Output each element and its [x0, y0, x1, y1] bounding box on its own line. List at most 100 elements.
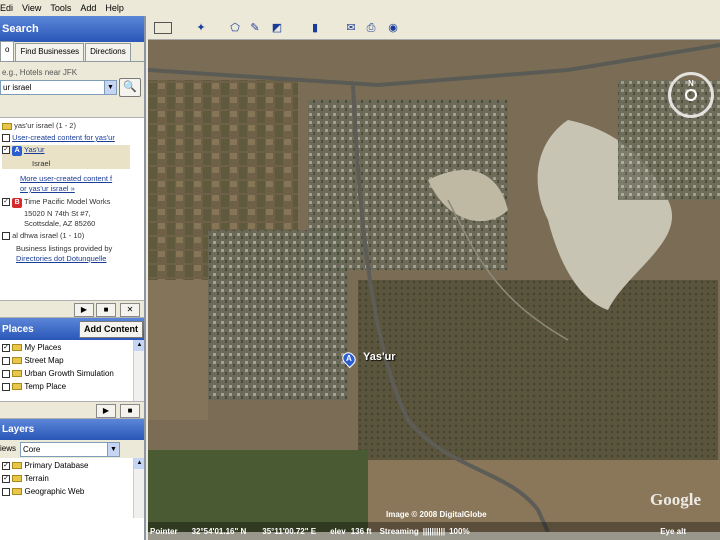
elevation-label: elev [330, 526, 346, 536]
search-results: yas'ur israel (1 - 2) User-created conte… [0, 118, 144, 300]
print-icon[interactable]: ⎙ [364, 21, 378, 35]
streaming-percent: 100% [449, 526, 470, 536]
layers-title: Layers [2, 424, 35, 435]
places-scrollbar[interactable]: ▲ [133, 340, 144, 401]
map-placemark-label: Yas'ur [363, 351, 396, 363]
layers-item[interactable]: Geographic Web [2, 487, 84, 496]
map-placemark-a[interactable]: A [339, 349, 359, 369]
result-b-address-1: 15020 N 74th St #7, [24, 209, 91, 218]
stop-button[interactable]: ■ [96, 303, 116, 317]
result-b-name: Time Pacific Model Works [24, 197, 111, 206]
compass-north-label: N [688, 79, 694, 88]
layers-item[interactable]: ✓ Terrain [2, 474, 49, 483]
scroll-up-icon[interactable]: ▲ [134, 458, 144, 469]
places-controls: ▶ ■ [0, 401, 144, 419]
search-button[interactable]: 🔍 [119, 78, 141, 97]
menu-view[interactable]: View [22, 3, 41, 13]
search-input[interactable]: ur israel ▼ [0, 80, 117, 95]
add-placemark-icon[interactable]: ✦ [194, 21, 208, 35]
sidebar: Search o Find Businesses Directions e.g.… [0, 16, 146, 540]
map-view[interactable]: N A Yas'ur Image © 2008 DigitalGlobe Goo… [148, 40, 720, 532]
compass-icon[interactable]: N [668, 72, 714, 118]
status-bar: Pointer 32°54'01.16" N 35°11'00.72" E el… [148, 522, 720, 540]
more-content-link-2[interactable]: or yas'ur israel » [20, 184, 75, 193]
places-item[interactable]: Temp Place [2, 382, 66, 391]
layers-item[interactable]: ✓ Primary Database [2, 461, 89, 470]
sidebar-toggle-icon[interactable] [154, 22, 172, 34]
folder-icon [12, 475, 23, 483]
pointer-latitude: 32°54'01.16" N [191, 526, 247, 536]
menu-help[interactable]: Help [105, 3, 124, 13]
layers-panel-header[interactable]: Layers [0, 419, 144, 440]
search-panel-header[interactable]: Search [0, 16, 144, 42]
layers-list: ✓ Primary Database ✓ Terrain Geographic … [0, 458, 144, 518]
places-item[interactable]: Street Map [2, 356, 64, 365]
scroll-up-icon[interactable]: ▲ [134, 340, 144, 351]
globe-icon [12, 462, 23, 470]
checkbox[interactable] [2, 232, 10, 241]
search-hint: e.g., Hotels near JFK [2, 68, 78, 77]
places-play-button[interactable]: ▶ [96, 404, 116, 418]
folder-icon [12, 383, 23, 391]
play-button[interactable]: ▶ [74, 303, 94, 317]
folder-icon [12, 344, 23, 352]
result-item-b[interactable]: ✓ B Time Pacific Model Works [2, 197, 110, 208]
user-content-row[interactable]: User-created content for yas'ur [2, 133, 115, 143]
chevron-down-icon[interactable]: ▼ [107, 443, 119, 456]
places-item[interactable]: Urban Growth Simulation [2, 369, 114, 378]
elevation-value: 136 ft [350, 526, 372, 536]
eye-altitude-label: Eye alt [660, 526, 686, 536]
streaming-label: Streaming [379, 526, 419, 536]
pointer-label: Pointer [150, 526, 178, 536]
email-icon[interactable]: ✉ [344, 21, 358, 35]
folder-icon [12, 357, 23, 365]
provided-by-text: Business listings provided by [16, 244, 113, 253]
layers-view-select[interactable]: Core ▼ [20, 442, 120, 457]
tab-find-businesses[interactable]: Find Businesses [15, 43, 85, 61]
user-content-link[interactable]: User-created content for yas'ur [12, 133, 115, 142]
search-tabs: o Find Businesses Directions [0, 41, 144, 62]
pointer-longitude: 35°11'00.72" E [262, 526, 317, 536]
more-content-link-1[interactable]: More user-created content f [20, 174, 112, 183]
menu-add[interactable]: Add [80, 3, 96, 13]
add-polygon-icon[interactable]: ⬠ [228, 21, 242, 35]
add-path-icon[interactable]: ✎ [248, 21, 262, 35]
add-overlay-icon[interactable]: ◩ [270, 21, 284, 35]
result-b-address-2: Scottsdale, AZ 85260 [24, 219, 96, 228]
add-content-button[interactable]: Add Content [79, 320, 143, 338]
places-title: Places [2, 323, 34, 335]
places-stop-button[interactable]: ■ [120, 404, 140, 418]
results-header[interactable]: yas'ur israel (1 - 2) [2, 121, 76, 130]
chevron-down-icon[interactable]: ▼ [104, 81, 116, 94]
folder-icon [2, 122, 12, 130]
tab-fly-to[interactable]: o [0, 41, 15, 61]
search-input-value: ur israel [3, 83, 32, 92]
result-a-sub: Israel [32, 159, 51, 168]
checkbox[interactable]: ✓ [2, 146, 10, 155]
clear-button[interactable]: ✕ [120, 303, 140, 317]
menu-edit[interactable]: Edi [0, 3, 13, 13]
compass-center[interactable] [685, 89, 697, 101]
folder-icon [12, 488, 23, 496]
layers-scrollbar[interactable]: ▲ [133, 458, 144, 518]
search-panel-title: Search [2, 23, 39, 35]
tab-directions[interactable]: Directions [85, 43, 131, 61]
ruler-icon[interactable]: ▮ [308, 21, 322, 35]
result-a-name[interactable]: Yas'ur [24, 145, 44, 154]
checkbox[interactable] [2, 134, 10, 143]
menu-tools[interactable]: Tools [50, 3, 71, 13]
checkbox[interactable]: ✓ [2, 198, 10, 207]
provided-by-link[interactable]: Directories dot Dotunquelle [16, 254, 106, 263]
search-controls: ▶ ■ ✕ [0, 300, 144, 318]
results-group-2[interactable]: al dhwa israel (1 - 10) [2, 231, 84, 241]
places-panel-header[interactable]: Places Add Content [0, 318, 144, 340]
view-in-maps-icon[interactable]: ◉ [386, 21, 400, 35]
imagery-attribution: Image © 2008 DigitalGlobe [386, 510, 487, 519]
result-item-a[interactable]: ✓ A Yas'ur Israel [2, 145, 130, 169]
places-list: ✓ My Places Street Map Urban Growth Simu… [0, 340, 144, 401]
places-item[interactable]: ✓ My Places [2, 343, 61, 352]
menu-bar: Edi View Tools Add Help [0, 0, 720, 16]
placemark-b-icon: B [12, 198, 23, 208]
toolbar: ✦ ⬠ ✎ ◩ ▮ ✉ ⎙ ◉ [148, 16, 720, 40]
layers-view-label: iews [0, 444, 17, 453]
